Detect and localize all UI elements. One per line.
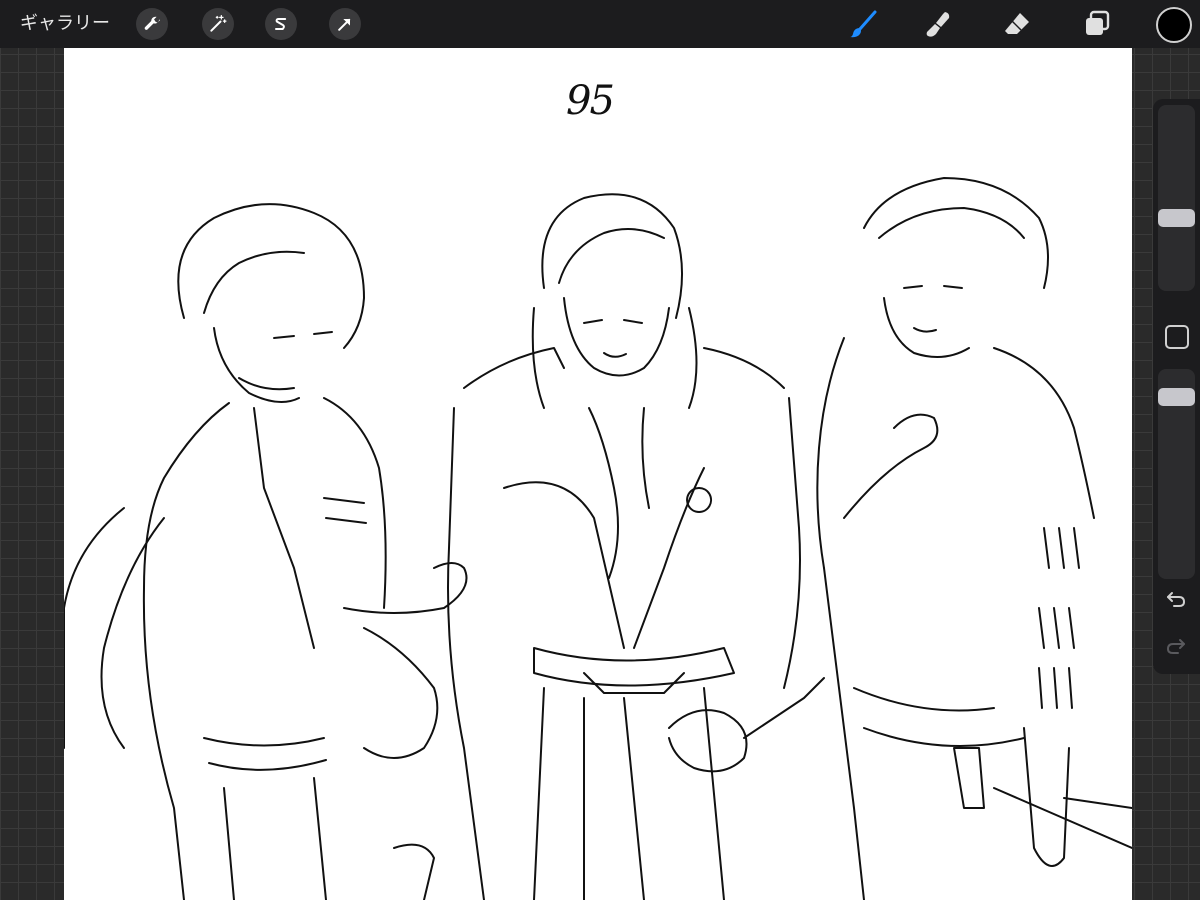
undo-button[interactable]: [1163, 586, 1189, 612]
transform-button[interactable]: [329, 8, 361, 40]
layers-icon: [1086, 10, 1110, 35]
sketch-figure-center: [447, 193, 825, 900]
smudge-tool[interactable]: [920, 6, 956, 42]
brush-size-slider[interactable]: [1158, 105, 1195, 291]
redo-button[interactable]: [1163, 633, 1189, 659]
brush-icon: [850, 10, 877, 38]
gallery-button[interactable]: ギャラリー: [20, 12, 110, 36]
line-art-sketch: [64, 177, 1132, 900]
smudge-icon: [926, 12, 950, 37]
sketch-figure-right: [816, 177, 1132, 900]
opacity-thumb[interactable]: [1158, 388, 1195, 407]
drawing-canvas[interactable]: 95: [64, 48, 1132, 900]
undo-icon: [1167, 592, 1186, 607]
selection-button[interactable]: [265, 8, 297, 40]
magic-wand-icon: [210, 15, 227, 32]
side-panel: [1153, 99, 1200, 674]
color-picker-swatch[interactable]: [1156, 7, 1192, 43]
sketch-figure-left: [64, 203, 468, 900]
actions-button[interactable]: [136, 8, 168, 40]
wrench-icon: [144, 16, 160, 30]
redo-icon: [1166, 639, 1185, 654]
adjustments-button[interactable]: [202, 8, 234, 40]
layers-tool[interactable]: [1079, 6, 1115, 42]
eraser-icon: [1005, 13, 1029, 34]
transform-arrow-icon: [338, 18, 351, 31]
selection-s-icon: [275, 18, 287, 30]
brush-tool[interactable]: [845, 6, 881, 42]
top-toolbar: ギャラリー: [0, 0, 1200, 48]
square-icon[interactable]: [1165, 325, 1189, 349]
eraser-tool[interactable]: [999, 6, 1035, 42]
brush-size-thumb[interactable]: [1158, 209, 1195, 228]
